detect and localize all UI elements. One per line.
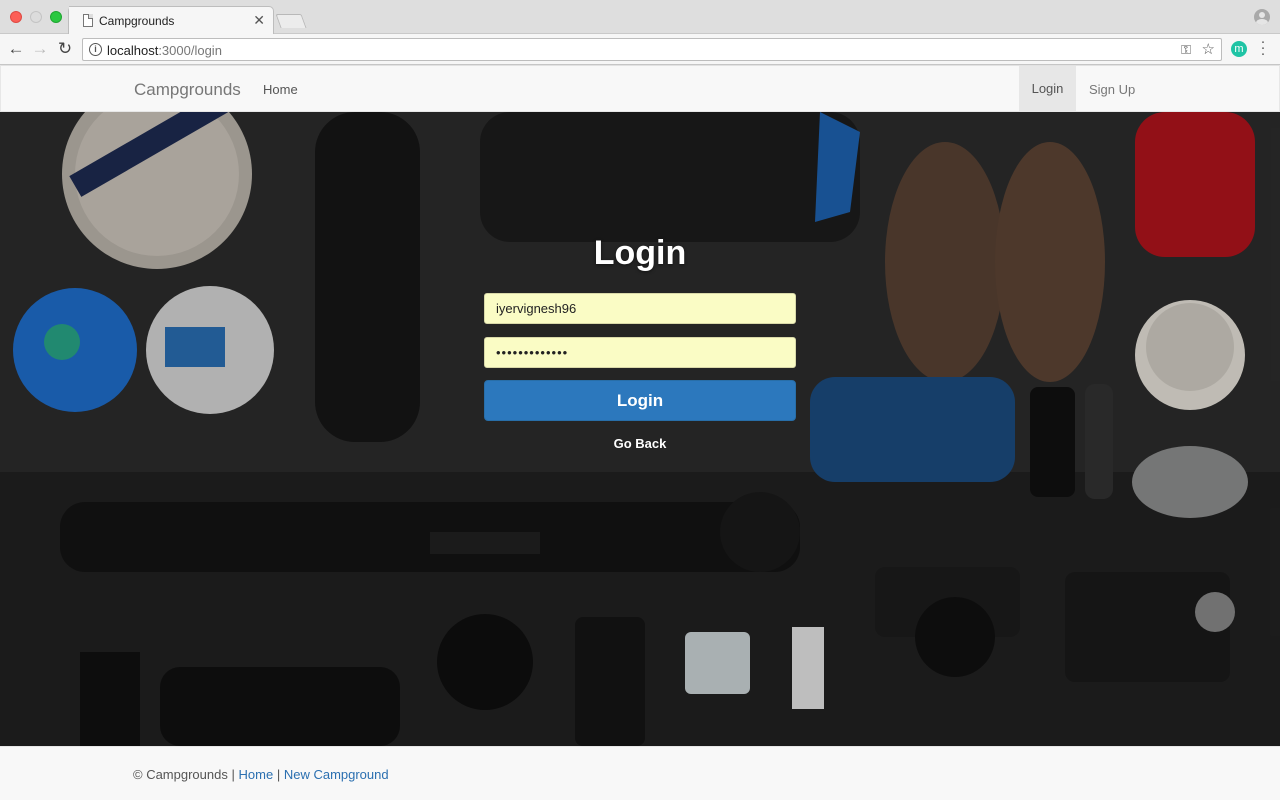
key-icon[interactable]: ⚿ bbox=[1181, 42, 1191, 58]
page-icon bbox=[83, 14, 93, 27]
maximize-window-button[interactable] bbox=[50, 11, 62, 23]
info-icon[interactable]: i bbox=[89, 43, 102, 56]
new-tab-button[interactable] bbox=[275, 14, 307, 28]
url-text: localhost:3000/login bbox=[107, 43, 222, 58]
browser-tab[interactable]: Campgrounds ✕ bbox=[68, 6, 274, 35]
minimize-window-button[interactable] bbox=[30, 11, 42, 23]
profile-icon[interactable] bbox=[1254, 9, 1270, 25]
brand-link[interactable]: Campgrounds bbox=[134, 80, 241, 100]
browser-tab-strip: Campgrounds ✕ bbox=[0, 0, 1280, 35]
tab-close-icon[interactable]: ✕ bbox=[253, 12, 265, 29]
password-input[interactable] bbox=[484, 337, 796, 368]
site-navbar: Campgrounds Home Login Sign Up bbox=[0, 65, 1280, 112]
login-heading: Login bbox=[593, 234, 687, 272]
footer-separator: | bbox=[276, 767, 281, 782]
username-input[interactable] bbox=[484, 293, 796, 324]
nav-signup-link[interactable]: Sign Up bbox=[1089, 82, 1135, 97]
footer-text: © Campgrounds | Home | New Campground bbox=[133, 767, 389, 782]
background-overlay bbox=[0, 112, 1280, 746]
star-icon[interactable]: ☆ bbox=[1202, 40, 1215, 58]
browser-toolbar: ← → ↻ i localhost:3000/login ⚿ ☆ m · · · bbox=[0, 34, 1280, 65]
extension-icon[interactable]: m bbox=[1231, 41, 1247, 57]
address-bar[interactable]: i localhost:3000/login ⚿ ☆ bbox=[82, 38, 1222, 61]
footer-home-link[interactable]: Home bbox=[239, 767, 274, 782]
login-submit-button[interactable]: Login bbox=[484, 380, 796, 421]
reload-icon[interactable]: ↻ bbox=[54, 38, 76, 60]
go-back-link[interactable]: Go Back bbox=[484, 436, 796, 451]
nav-login-link[interactable]: Login bbox=[1019, 66, 1076, 111]
site-footer: © Campgrounds | Home | New Campground bbox=[0, 746, 1280, 800]
hero-background: Login Login Go Back bbox=[0, 112, 1280, 746]
close-window-button[interactable] bbox=[10, 11, 22, 23]
footer-separator: | bbox=[231, 767, 235, 782]
footer-new-campground-link[interactable]: New Campground bbox=[284, 767, 389, 782]
back-icon[interactable]: ← bbox=[5, 38, 27, 60]
menu-icon[interactable]: · · · bbox=[1258, 34, 1268, 61]
nav-home-link[interactable]: Home bbox=[263, 82, 298, 97]
footer-copyright: © Campgrounds bbox=[133, 767, 228, 782]
tab-title: Campgrounds bbox=[99, 14, 175, 28]
forward-icon[interactable]: → bbox=[29, 38, 51, 60]
